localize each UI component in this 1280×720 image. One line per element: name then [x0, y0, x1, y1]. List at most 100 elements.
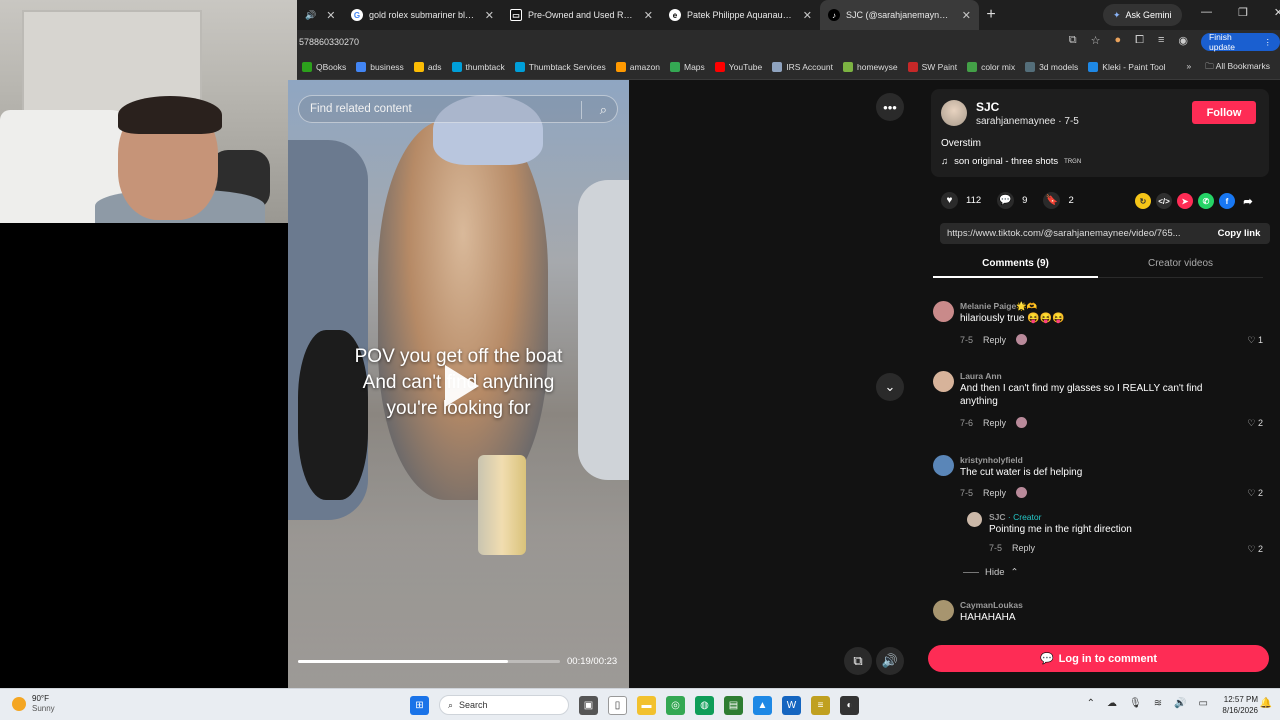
star-icon[interactable]: ☆: [1091, 34, 1101, 47]
avatar[interactable]: [933, 455, 954, 476]
chevron-up-icon[interactable]: ⌃: [1087, 698, 1095, 709]
copy-link-button[interactable]: Copy link: [1208, 223, 1270, 244]
volume-icon[interactable]: 🔊: [1174, 698, 1186, 709]
all-bookmarks-button[interactable]: 🗀 All Bookmarks: [1205, 61, 1270, 75]
bookmark-item[interactable]: thumbtack: [451, 61, 505, 72]
word-icon[interactable]: W: [782, 695, 801, 715]
windows-start-icon[interactable]: ⊞: [410, 695, 429, 715]
comment-author[interactable]: Melanie Paige🌟🫶: [960, 301, 1037, 312]
tab-partial[interactable]: 🔊 ✕: [297, 0, 343, 30]
comment-author[interactable]: SJC · Creator: [989, 512, 1041, 522]
profile-icon[interactable]: ◉: [1178, 34, 1188, 47]
install-icon[interactable]: ⧉: [1069, 34, 1077, 47]
minimize-icon[interactable]: —: [1201, 6, 1212, 19]
restore-icon[interactable]: ❐: [1238, 6, 1248, 19]
avatar[interactable]: [967, 512, 982, 527]
embed-icon[interactable]: </>: [1156, 193, 1172, 209]
comment-author[interactable]: CaymanLoukas: [960, 600, 1023, 610]
bookmark-item[interactable]: QBooks: [302, 61, 346, 72]
comment-author[interactable]: kristynholyfield: [960, 455, 1023, 465]
comment-author[interactable]: Laura Ann: [960, 371, 1002, 381]
notepad-icon[interactable]: ▯: [608, 695, 627, 715]
comment-like[interactable]: ♡ 2: [1247, 488, 1263, 499]
chrome-icon[interactable]: ◎: [666, 695, 685, 715]
facebook-icon[interactable]: f: [1219, 193, 1235, 209]
edge-icon[interactable]: ◍: [695, 695, 714, 715]
login-to-comment-button[interactable]: 💬 Log in to comment: [928, 645, 1269, 672]
tab-preowned-rolex[interactable]: ▭ Pre-Owned and Used Rolex Wa ✕: [502, 0, 661, 30]
send-icon[interactable]: ➤: [1177, 193, 1193, 209]
tab-creator-videos[interactable]: Creator videos: [1098, 258, 1263, 269]
author-name[interactable]: SJC: [976, 100, 999, 114]
avatar[interactable]: [933, 600, 954, 621]
reply-button[interactable]: Reply: [1012, 543, 1035, 553]
bookmark-item[interactable]: Kleki - Paint Tool: [1088, 61, 1165, 72]
more-options-icon[interactable]: •••: [876, 93, 904, 121]
heart-icon[interactable]: ♥: [941, 192, 958, 209]
more-bookmarks-icon[interactable]: »: [1187, 61, 1192, 75]
reading-list-icon[interactable]: ≡: [1158, 34, 1164, 47]
bookmark-item[interactable]: Maps: [670, 61, 705, 72]
whatsapp-icon[interactable]: ✆: [1198, 193, 1214, 209]
chevron-down-icon[interactable]: ⌄: [876, 373, 904, 401]
video-player[interactable]: Find related content ⌕ POV you get off t…: [288, 80, 629, 688]
taskbar-search[interactable]: ⌕ Search: [439, 695, 569, 715]
bookmark-item[interactable]: business: [356, 61, 404, 72]
volume-icon[interactable]: 🔊: [876, 647, 904, 675]
video-progress-bar[interactable]: [298, 660, 560, 663]
notification-icon[interactable]: 🔔: [1260, 698, 1272, 709]
avatar[interactable]: [941, 100, 967, 126]
follow-button[interactable]: Follow: [1192, 101, 1256, 124]
bookmark-item[interactable]: Thumbtack Services: [514, 61, 606, 72]
weather-widget[interactable]: 90°F Sunny: [12, 694, 55, 714]
tab-comments[interactable]: Comments (9): [933, 258, 1098, 269]
comment-icon[interactable]: 💬: [997, 192, 1015, 209]
new-tab-button[interactable]: +: [979, 6, 1003, 24]
tab-tiktok[interactable]: ♪ SJC (@sarahjanemaynee) | TikT ✕: [820, 0, 979, 30]
share-link-field[interactable]: https://www.tiktok.com/@sarahjanemaynee/…: [940, 223, 1270, 244]
search-icon[interactable]: ⌕: [600, 102, 607, 118]
reply-button[interactable]: Reply: [983, 418, 1006, 428]
reply-button[interactable]: Reply: [983, 488, 1006, 498]
bookmark-item[interactable]: ads: [413, 61, 442, 72]
author-handle[interactable]: sarahjanemaynee · 7-5: [976, 116, 1079, 127]
close-icon[interactable]: ✕: [803, 9, 812, 22]
comment-like[interactable]: ♡ 2: [1247, 544, 1263, 555]
bookmark-item[interactable]: amazon: [615, 61, 660, 72]
share-icon[interactable]: ➦: [1240, 193, 1256, 209]
bookmark-item[interactable]: YouTube: [714, 61, 762, 72]
stack-app-icon[interactable]: ≡: [811, 695, 830, 715]
photos-icon[interactable]: ▲: [753, 695, 772, 715]
tab-patek[interactable]: e Patek Philippe Aquanaut 2025 ✕: [661, 0, 820, 30]
close-icon[interactable]: ✕: [962, 9, 971, 22]
app-icon[interactable]: ◐: [840, 695, 859, 715]
file-explorer-icon[interactable]: ▬: [637, 695, 656, 715]
reply-button[interactable]: Reply: [983, 335, 1006, 345]
calculator-icon[interactable]: ▤: [724, 695, 743, 715]
close-icon[interactable]: ✕: [644, 9, 653, 22]
close-window-icon[interactable]: ✕: [1274, 6, 1280, 19]
puzzle-icon[interactable]: ⧠: [1135, 34, 1144, 47]
repost-icon[interactable]: ↻: [1135, 193, 1151, 209]
pip-icon[interactable]: ⧉: [844, 647, 872, 675]
avatar[interactable]: [933, 371, 954, 392]
play-icon[interactable]: [445, 365, 479, 407]
bookmark-item[interactable]: IRS Account: [772, 61, 833, 72]
bookmark-item[interactable]: 3d models: [1025, 61, 1078, 72]
bookmark-icon[interactable]: 🔖: [1043, 192, 1061, 209]
finish-update-button[interactable]: Finish update ⋮: [1201, 32, 1280, 52]
wifi-icon[interactable]: ≋: [1154, 698, 1162, 709]
music-link[interactable]: ♫ son original - three shots TRGN: [941, 156, 1081, 167]
close-icon[interactable]: ✕: [485, 9, 494, 22]
network-icon[interactable]: ☁: [1107, 698, 1117, 709]
comment-like[interactable]: ♡ 1: [1247, 335, 1263, 346]
avatar[interactable]: [933, 301, 954, 322]
bookmark-item[interactable]: color mix: [967, 61, 1015, 72]
extension-icon[interactable]: ●: [1115, 34, 1122, 47]
microphone-icon[interactable]: 🎙: [1129, 698, 1142, 709]
url-text[interactable]: 578860330270: [297, 37, 359, 47]
bookmark-item[interactable]: homewyse: [842, 61, 898, 72]
clock[interactable]: 12:57 PM 8/16/2026: [1222, 694, 1258, 716]
battery-icon[interactable]: ▭: [1199, 698, 1208, 709]
ask-gemini-button[interactable]: ✦ Ask Gemini: [1103, 4, 1182, 26]
